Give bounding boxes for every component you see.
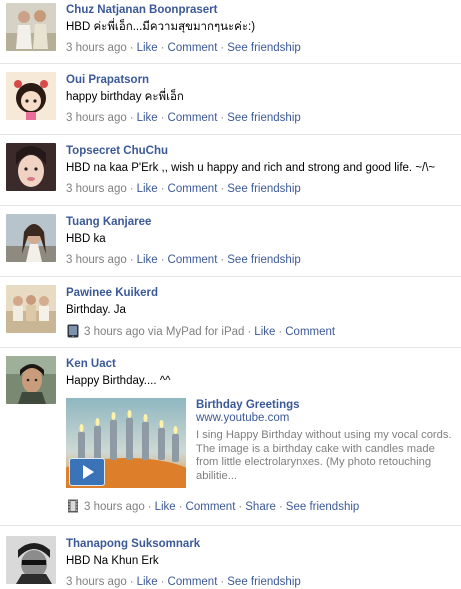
wall-post: Thanapong Suksomnark HBD Na Khun Erk 3 h… [0,526,461,588]
comment-link[interactable]: Comment [285,326,335,338]
play-button-icon[interactable] [69,458,105,486]
comment-link[interactable]: Comment [168,42,218,54]
post-message: HBD ค่ะพี่เอ็ก...มีความสุขมากๆนะค่ะ:) [66,21,256,33]
comment-link[interactable]: Comment [168,576,218,588]
post-meta: 3 hours ago · Like · Comment · See friendship [66,254,301,266]
post-author-name[interactable]: Tuang Kanjaree [66,215,457,229]
post-message: HBD Na Khun Erk [66,555,159,567]
post-author-name[interactable]: Thanapong Suksomnark [66,537,457,551]
post-timestamp[interactable]: 3 hours ago [66,112,127,124]
share-link[interactable]: Share [245,501,276,513]
post-author-name[interactable]: Pawinee Kuikerd [66,286,457,300]
like-link[interactable]: Like [137,183,158,195]
avatar[interactable] [6,143,56,191]
wall-post: Oui Prapatsorn happy birthday คะพี่เอ็ก … [0,64,461,135]
post-author-name[interactable]: Ken Uact [66,357,457,371]
like-link[interactable]: Like [137,42,158,54]
post-timestamp[interactable]: 3 hours ago via MyPad for iPad [84,326,244,338]
see-friendship-link[interactable]: See friendship [227,183,301,195]
post-meta: 3 hours ago · Like · Comment · See friendship [66,183,301,195]
post-author-name[interactable]: Oui Prapatsorn [66,73,457,87]
wall-post: Chuz Natjanan Boonprasert HBD ค่ะพี่เอ็ก… [0,0,461,64]
comment-link[interactable]: Comment [186,501,236,513]
post-timestamp[interactable]: 3 hours ago [66,254,127,266]
post-author-name[interactable]: Chuz Natjanan Boonprasert [66,3,457,17]
post-message: HBD na kaa P'Erk ,, wish u happy and ric… [66,162,436,174]
like-link[interactable]: Like [137,112,158,124]
like-link[interactable]: Like [254,326,275,338]
avatar[interactable] [6,72,56,120]
like-link[interactable]: Like [137,254,158,266]
post-meta: 3 hours ago · Like · Comment · See friendship [66,576,301,588]
post-meta: 3 hours ago · Like · Comment · See friendship [66,112,301,124]
post-meta: 3 hours ago · Like · Comment · Share · See frien… [66,499,457,514]
post-message: Happy Birthday.... ^^ [66,375,171,387]
comment-link[interactable]: Comment [168,112,218,124]
wall-post: Topsecret ChuChu HBD na kaa P'Erk ,, wis… [0,135,461,206]
avatar[interactable] [6,536,56,584]
see-friendship-link[interactable]: See friendship [227,112,301,124]
avatar[interactable] [6,3,56,51]
link-description: I sing Happy Birthday without using my v… [196,429,452,482]
post-author-name[interactable]: Topsecret ChuChu [66,144,457,158]
avatar[interactable] [6,356,56,404]
video-thumbnail[interactable] [66,398,186,488]
avatar[interactable] [6,285,56,333]
comment-link[interactable]: Comment [168,183,218,195]
post-timestamp[interactable]: 3 hours ago [66,42,127,54]
see-friendship-link[interactable]: See friendship [286,501,360,513]
ipad-icon [66,324,80,338]
see-friendship-link[interactable]: See friendship [227,254,301,266]
comment-link[interactable]: Comment [168,254,218,266]
post-message: happy birthday คะพี่เอ็ก [66,91,184,103]
wall-post: Tuang Kanjaree HBD ka 3 hours ago · Like · C… [0,206,461,277]
wall-post: Pawinee Kuikerd Birthday. Ja 3 hours ago… [0,277,461,348]
film-strip-icon [66,499,80,513]
post-timestamp[interactable]: 3 hours ago [66,576,127,588]
link-preview[interactable]: Birthday Greetings www.youtube.com I sin… [66,398,458,488]
post-meta: 3 hours ago via MyPad for iPad · Like · Comm… [66,324,457,339]
like-link[interactable]: Like [155,501,176,513]
post-timestamp[interactable]: 3 hours ago [66,183,127,195]
post-meta: 3 hours ago · Like · Comment · See friendship [66,42,301,54]
post-timestamp[interactable]: 3 hours ago [84,501,145,513]
link-url[interactable]: www.youtube.com [196,411,289,425]
link-title[interactable]: Birthday Greetings [196,398,300,412]
see-friendship-link[interactable]: See friendship [227,576,301,588]
like-link[interactable]: Like [137,576,158,588]
post-meta-row: 3 hours ago · Like · Comment · Share · See frien… [0,499,461,515]
post-message: HBD ka [66,233,106,245]
avatar[interactable] [6,214,56,262]
see-friendship-link[interactable]: See friendship [227,42,301,54]
post-message: Birthday. Ja [66,304,126,316]
